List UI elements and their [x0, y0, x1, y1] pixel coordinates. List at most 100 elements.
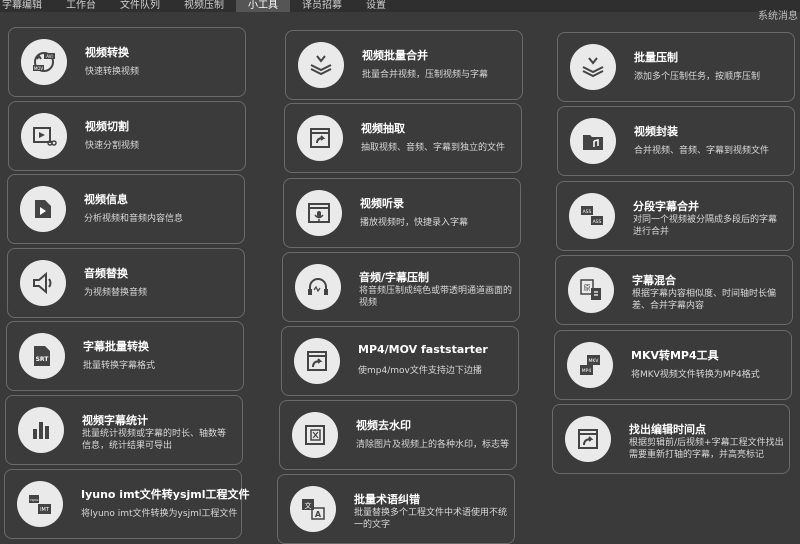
convert-icon: AVI MOV	[21, 39, 67, 85]
tool-title: MP4/MOV faststarter	[358, 343, 488, 356]
tab-tools[interactable]: 小工具	[236, 0, 290, 12]
tool-desc: 清除图片及视频上的各种水印，标志等	[356, 440, 510, 450]
svg-text:原: 原	[584, 284, 591, 292]
tool-title: 视频听录	[360, 197, 404, 210]
tab-video-encode[interactable]: 视频压制	[172, 0, 236, 12]
tool-card-subtitle-mix[interactable]: 原 字幕混合 根据字幕内容相似度、时间轴时长偏差、合并字幕内容	[555, 255, 793, 325]
headphones-icon	[295, 264, 341, 310]
tool-card-video-batch-merge[interactable]: 视频批量合并 批量合并视频，压制视频与字幕	[285, 30, 523, 100]
tool-title: 视频信息	[84, 193, 128, 206]
tool-title: 视频去水印	[356, 419, 411, 432]
tool-card-subtitle-batch-convert[interactable]: SRT 字幕批量转换 批量转换字幕格式	[6, 321, 244, 391]
svg-text:AVI: AVI	[46, 54, 52, 59]
tool-title: 字幕批量转换	[83, 340, 149, 353]
tool-card-video-transcribe[interactable]: 视频听录 播放视频时，快捷录入字幕	[283, 178, 521, 248]
tool-desc: 分析视频和音频内容信息	[84, 214, 184, 224]
tool-card-find-edit-timepoint[interactable]: 找出编辑时间点 根据剪辑前/后视频+字幕工程文件找出需要重新打轴的字幕，并高亮标…	[552, 404, 790, 474]
tool-card-video-extract[interactable]: 视频抽取 抽取视频、音频、字幕到独立的文件	[284, 103, 522, 173]
tool-desc: 批量转换字幕格式	[83, 361, 156, 371]
mix-icon: 原	[568, 267, 614, 313]
tool-title: 视频切割	[85, 120, 129, 133]
svg-text:A: A	[315, 510, 322, 519]
svg-text:MKV: MKV	[589, 358, 600, 364]
tool-title: 视频封装	[634, 125, 678, 138]
tool-desc: 将音频压制成纯色或带透明通道画面的视频	[359, 286, 513, 308]
svg-text:MOV: MOV	[34, 66, 44, 71]
svg-text:ASS: ASS	[583, 209, 592, 215]
tool-title: MKV转MP4工具	[631, 349, 719, 362]
mic-icon	[296, 190, 342, 236]
system-message-link[interactable]: 系统消息	[758, 7, 798, 22]
tool-desc: 添加多个压制任务，按顺序压制	[634, 72, 761, 82]
tool-desc: 为视频替换音频	[84, 288, 148, 298]
tool-card-video-package[interactable]: 视频封装 合并视频、音频、字幕到视频文件	[557, 106, 795, 176]
tool-desc: 根据字幕内容相似度、时间轴时长偏差、合并字幕内容	[632, 289, 777, 311]
tool-title: Iyuno imt文件转ysjml工程文件	[81, 488, 250, 501]
tool-card-video-cut[interactable]: 视频切割 快速分割视频	[8, 101, 246, 171]
tool-title: 批量压制	[634, 51, 678, 64]
tab-subtitle-edit[interactable]: 字幕编辑	[0, 0, 54, 12]
layers-icon	[570, 44, 616, 90]
tab-recruit[interactable]: 译员招募	[290, 0, 354, 12]
tool-desc: 快速转换视频	[85, 67, 140, 77]
play-info-icon	[20, 186, 66, 232]
svg-text:MP4: MP4	[582, 368, 592, 374]
top-tab-bar: 字幕编辑 工作台 文件队列 视频压制 小工具 译员招募 设置	[0, 0, 800, 12]
srt-icon: SRT	[19, 333, 65, 379]
share-icon	[294, 338, 340, 384]
scissors-icon	[21, 113, 67, 159]
tab-workbench[interactable]: 工作台	[54, 0, 108, 12]
tool-desc: 播放视频时，快捷录入字幕	[360, 218, 469, 228]
svg-text:文: 文	[305, 501, 312, 510]
tool-title: 分段字幕合并	[633, 200, 699, 213]
tool-card-remove-watermark[interactable]: 视频去水印 清除图片及视频上的各种水印，标志等	[279, 400, 517, 470]
tool-title: 视频转换	[85, 46, 129, 59]
mkv-mp4-icon: MKV MP4	[567, 342, 613, 388]
translate-icon: 文A	[290, 486, 336, 532]
tool-title: 视频批量合并	[362, 49, 428, 62]
tool-card-audio-subtitle-encode[interactable]: 音频/字幕压制 将音频压制成纯色或带透明通道画面的视频	[282, 252, 520, 322]
tool-title: 批量术语纠错	[354, 493, 420, 506]
tool-desc: 快速分割视频	[85, 141, 140, 151]
ass-icon: ASS ASS	[569, 193, 615, 239]
extract-icon	[297, 115, 343, 161]
tool-desc: 将MKV视频文件转换为MP4格式	[631, 370, 760, 380]
watermark-icon	[292, 412, 338, 458]
tool-desc: 对同一个视频被分隔成多段后的字幕进行合并	[633, 215, 778, 237]
tool-title: 视频字幕统计	[82, 414, 148, 427]
tool-desc: 合并视频、音频、字幕到视频文件	[634, 146, 770, 156]
svg-text:IMT: IMT	[40, 507, 50, 513]
tool-desc: 根据剪辑前/后视频+字幕工程文件找出需要重新打轴的字幕，并高亮标记	[629, 438, 784, 460]
tool-card-imt-convert[interactable]: YSJML IMT Iyuno imt文件转ysjml工程文件 将Iyuno im…	[4, 469, 250, 539]
tool-card-video-subtitle-stats[interactable]: 视频字幕统计 批量统计视频或字幕的时长、轴数等信息，统计结果可导出	[5, 395, 243, 465]
speaker-icon	[20, 260, 66, 306]
svg-text:SRT: SRT	[36, 356, 50, 363]
tool-title: 字幕混合	[632, 274, 676, 287]
tool-title: 音频/字幕压制	[359, 271, 430, 284]
tool-title: 音频替换	[84, 267, 128, 280]
tool-card-faststarter[interactable]: MP4/MOV faststarter 使mp4/mov文件支持边下边播	[281, 326, 519, 396]
tool-desc: 使mp4/mov文件支持边下边播	[358, 366, 482, 376]
tool-title: 找出编辑时间点	[629, 423, 706, 436]
imt-icon: YSJML IMT	[17, 481, 63, 527]
tool-desc: 批量合并视频，压制视频与字幕	[362, 70, 489, 80]
tool-card-video-convert[interactable]: AVI MOV 视频转换 快速转换视频	[8, 27, 246, 97]
tool-card-mkv-to-mp4[interactable]: MKV MP4 MKV转MP4工具 将MKV视频文件转换为MP4格式	[554, 330, 792, 400]
tool-desc: 批量统计视频或字幕的时长、轴数等信息，统计结果可导出	[82, 429, 227, 451]
merge-icon	[298, 42, 344, 88]
tool-desc: 抽取视频、音频、字幕到独立的文件	[361, 143, 506, 153]
svg-text:YSJML: YSJML	[30, 498, 39, 502]
tool-card-segment-subtitle-merge[interactable]: ASS ASS 分段字幕合并 对同一个视频被分隔成多段后的字幕进行合并	[556, 181, 794, 251]
bar-chart-icon	[18, 407, 64, 453]
svg-text:ASS: ASS	[593, 219, 602, 225]
tool-card-term-correction[interactable]: 文A 批量术语纠错 批量替换多个工程文件中术语使用不统一的文字	[277, 474, 515, 544]
tab-file-queue[interactable]: 文件队列	[108, 0, 172, 12]
tool-desc: 批量替换多个工程文件中术语使用不统一的文字	[354, 508, 508, 530]
timepoint-icon	[565, 416, 611, 462]
tool-title: 视频抽取	[361, 122, 405, 135]
tool-card-audio-replace[interactable]: 音频替换 为视频替换音频	[7, 248, 245, 318]
tool-card-video-info[interactable]: 视频信息 分析视频和音频内容信息	[7, 174, 245, 244]
tool-card-batch-encode[interactable]: 批量压制 添加多个压制任务，按顺序压制	[557, 32, 795, 102]
tab-settings[interactable]: 设置	[354, 0, 398, 12]
tool-desc: 将Iyuno imt文件转换为ysjml工程文件	[81, 509, 238, 519]
